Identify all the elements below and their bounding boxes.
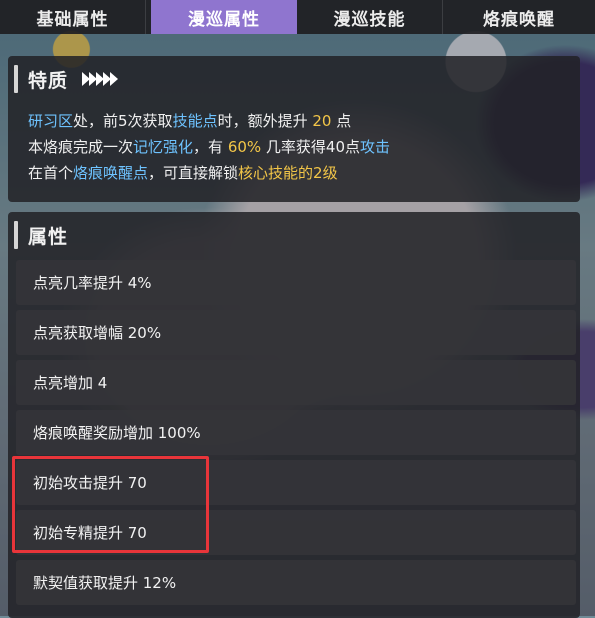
trait-line-2: 本烙痕完成一次记忆强化，有 60% 几率获得40点攻击 [28, 134, 568, 160]
tab-basic-attributes[interactable]: 基础属性 [0, 0, 146, 34]
keyword-memory-enhance[interactable]: 记忆强化 [133, 138, 193, 156]
trait-text: ，有 [193, 138, 228, 156]
keyword-core-skill[interactable]: 核心技能的2级 [238, 164, 338, 182]
trait-text: 在首个 [28, 164, 74, 182]
tab-imprint-awakening[interactable]: 烙痕唤醒 [443, 0, 595, 34]
trait-value: 60% [227, 138, 262, 156]
trait-text: 几率获得40点 [261, 138, 361, 156]
section-bar [14, 65, 18, 93]
trait-line-3: 在首个烙痕唤醒点，可直接解锁核心技能的2级 [28, 160, 568, 186]
highlight-annotation-box [12, 456, 209, 553]
trait-text: ，可直接解锁 [148, 164, 239, 182]
attribute-row: 点亮增加 4 [16, 360, 576, 405]
tab-roaming-skills[interactable]: 漫巡技能 [297, 0, 443, 34]
chevrons-right-icon [82, 72, 119, 86]
trait-description: 研习区处，前5次获取技能点时，额外提升 20 点 本烙痕完成一次记忆强化，有 6… [28, 108, 568, 186]
keyword-attack[interactable]: 攻击 [360, 138, 390, 156]
trait-text: 本烙痕完成一次 [28, 138, 134, 156]
attribute-row: 烙痕唤醒奖励增加 100% [16, 410, 576, 455]
trait-panel: 特质 研习区处，前5次获取技能点时，额外提升 20 点 本烙痕完成一次记忆强化，… [8, 56, 580, 202]
trait-text: 点 [331, 112, 352, 130]
attribute-list: 点亮几率提升 4% 点亮获取增幅 20% 点亮增加 4 烙痕唤醒奖励增加 100… [16, 260, 576, 610]
keyword-awakening-point[interactable]: 烙痕唤醒点 [73, 164, 148, 182]
trait-line-1: 研习区处，前5次获取技能点时，额外提升 20 点 [28, 108, 568, 134]
tab-bar: 基础属性 漫巡属性 漫巡技能 烙痕唤醒 [0, 0, 595, 34]
trait-text: 处，前5次获取 [73, 112, 173, 130]
tab-roaming-attributes[interactable]: 漫巡属性 [151, 0, 297, 34]
keyword-study-area[interactable]: 研习区 [28, 112, 73, 130]
attribute-row: 默契值获取提升 12% [16, 560, 576, 605]
attributes-title: 属性 [28, 225, 69, 248]
trait-header: 特质 [14, 62, 119, 96]
attributes-panel: 属性 点亮几率提升 4% 点亮获取增幅 20% 点亮增加 4 烙痕唤醒奖励增加 … [8, 212, 580, 618]
attribute-row: 点亮几率提升 4% [16, 260, 576, 305]
section-bar [14, 221, 18, 249]
keyword-skill-point[interactable]: 技能点 [173, 112, 218, 130]
attribute-row: 点亮获取增幅 20% [16, 310, 576, 355]
trait-text: 时，额外提升 [217, 112, 313, 130]
trait-value: 20 [312, 112, 332, 130]
attributes-header: 属性 [14, 218, 68, 252]
trait-title: 特质 [28, 69, 69, 92]
